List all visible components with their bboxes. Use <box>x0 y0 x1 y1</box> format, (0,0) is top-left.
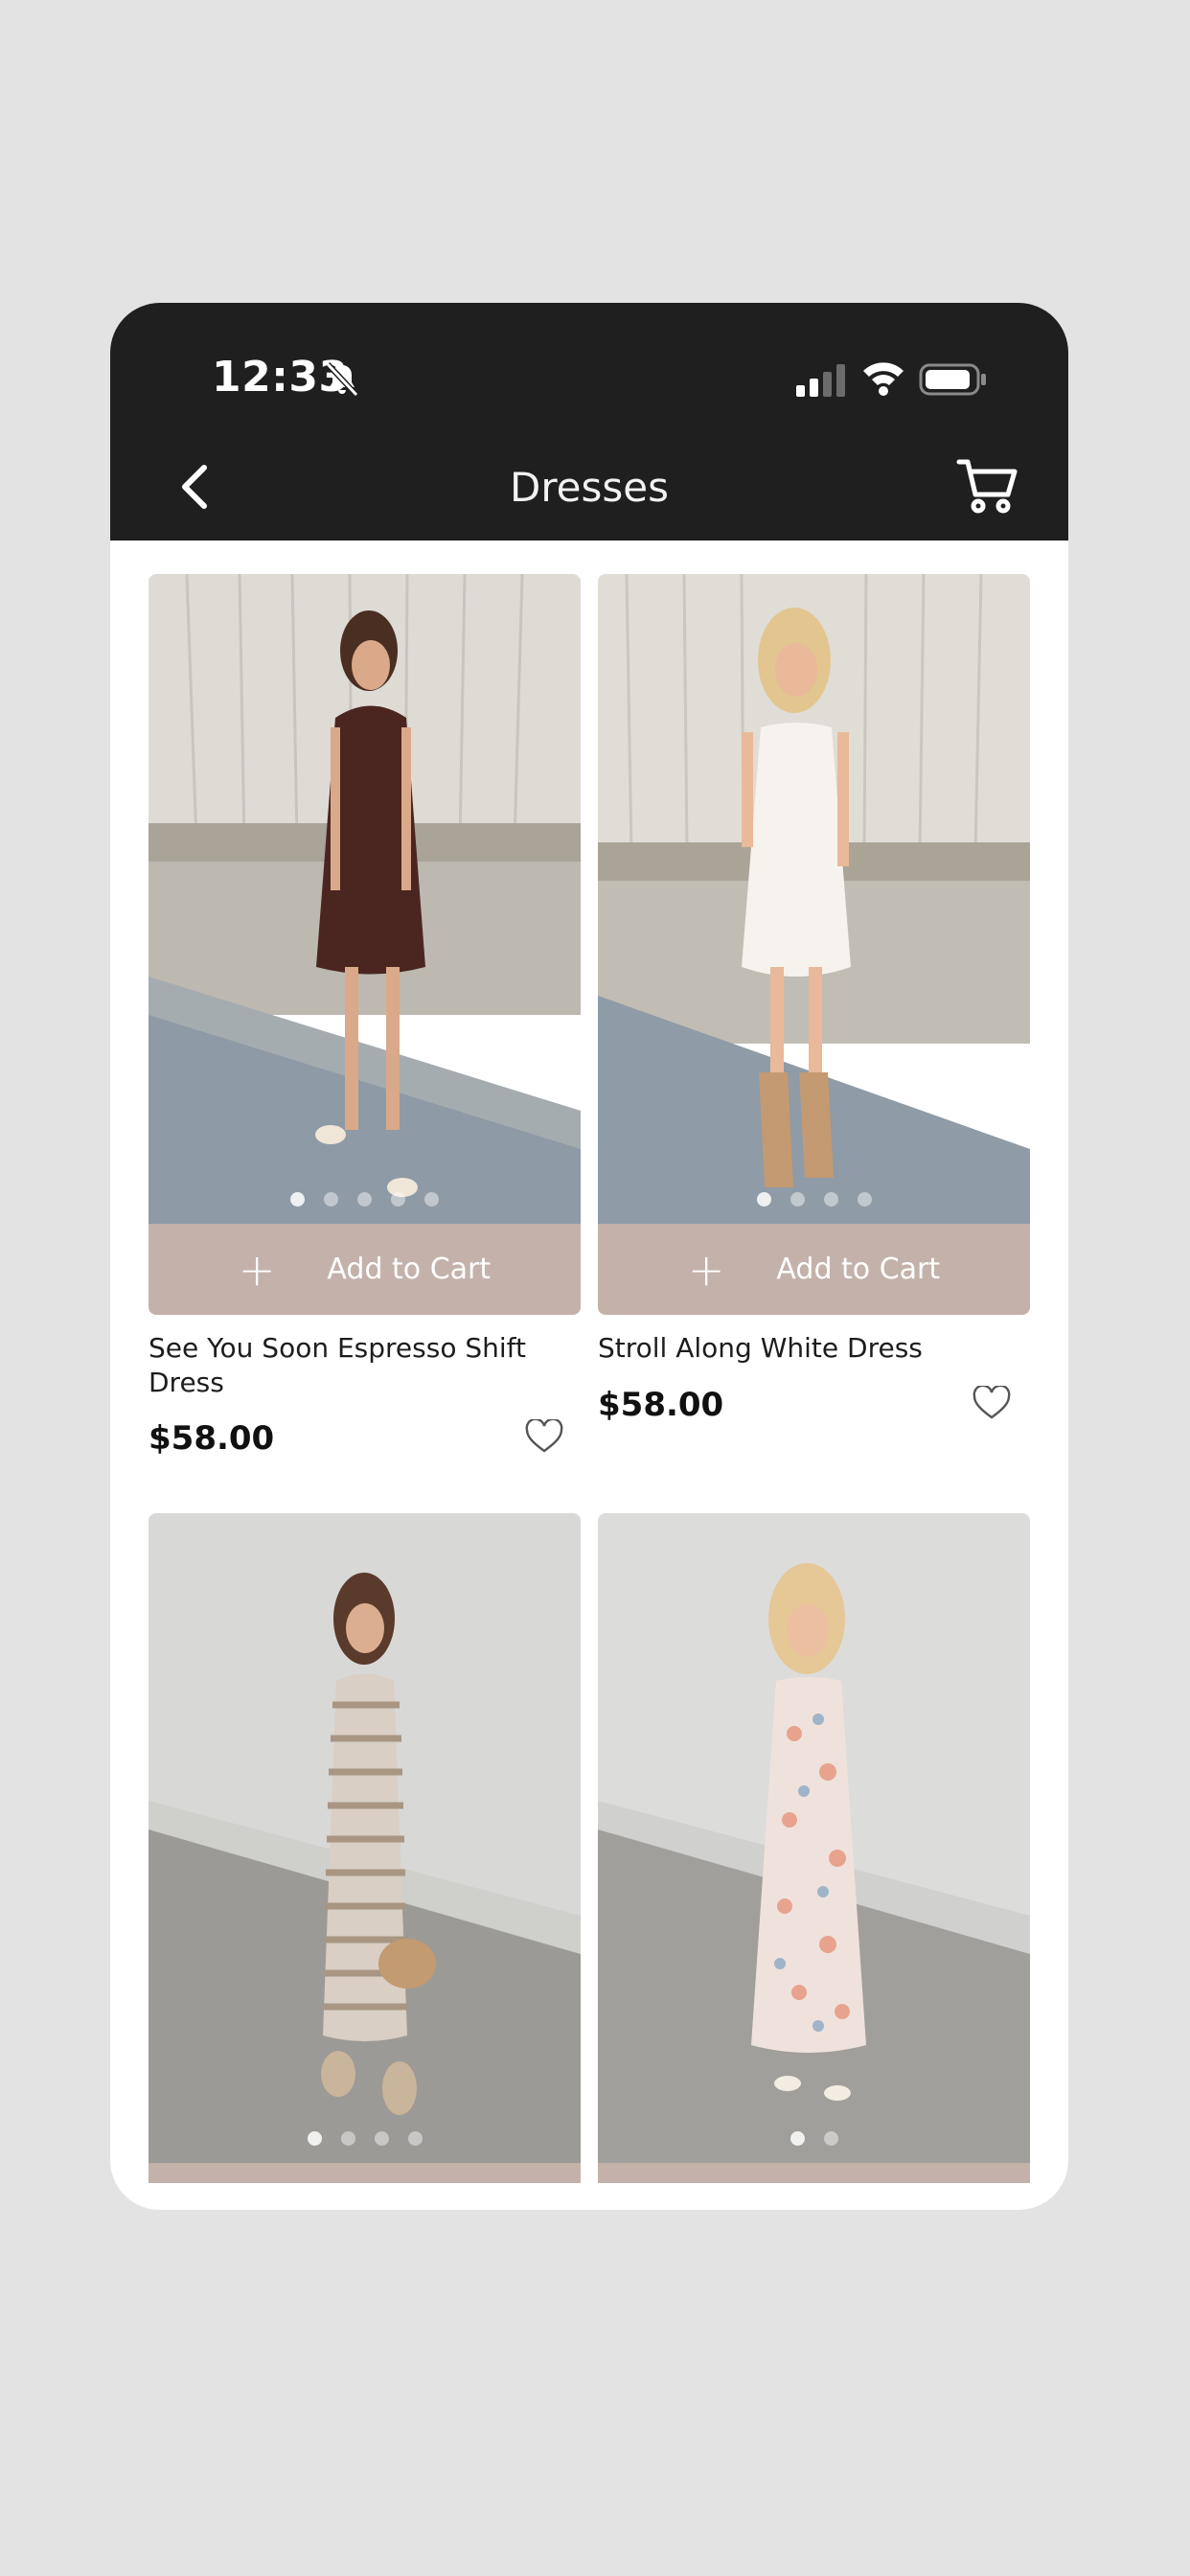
product-image-espresso-shift-dress[interactable] <box>149 574 581 1224</box>
add-to-cart-button[interactable]: + Add to Cart <box>149 1224 581 1315</box>
bell-slash-icon <box>325 361 359 398</box>
add-to-cart-label: Add to Cart <box>327 1253 492 1286</box>
heart-outline-icon[interactable] <box>525 1419 563 1454</box>
cart-icon[interactable] <box>955 454 1018 518</box>
tab-bar-edge <box>110 2183 1068 2210</box>
product-image-white-dress[interactable] <box>598 574 1030 1224</box>
top-header: 12:33 Dresses <box>110 303 1068 540</box>
image-carousel-dots[interactable] <box>598 1192 1030 1207</box>
product-price: $58.00 <box>598 1386 724 1424</box>
product-image-floral-dress[interactable] <box>598 1513 1030 2163</box>
add-to-cart-label: Add to Cart <box>776 1253 941 1286</box>
product-price: $58.00 <box>149 1419 275 1458</box>
wifi-icon <box>863 362 904 396</box>
battery-icon <box>919 363 986 396</box>
heart-outline-icon[interactable] <box>973 1386 1011 1420</box>
product-name[interactable]: See You Soon Espresso Shift Dress <box>149 1331 551 1400</box>
plus-icon: + <box>687 1243 725 1296</box>
plus-icon: + <box>238 1243 276 1296</box>
cellular-signal-icon <box>796 364 845 397</box>
app-screen: 12:33 Dresses + Add to Cart See You Soon… <box>110 303 1068 2210</box>
image-carousel-dots[interactable] <box>598 2131 1030 2146</box>
add-to-cart-button[interactable]: + Add to Cart <box>598 1224 1030 1315</box>
product-name[interactable]: Stroll Along White Dress <box>598 1331 1000 1366</box>
page-title: Dresses <box>509 464 669 511</box>
image-carousel-dots[interactable] <box>149 2131 581 2146</box>
image-carousel-dots[interactable] <box>149 1192 581 1207</box>
product-image-striped-dress[interactable] <box>149 1513 581 2163</box>
